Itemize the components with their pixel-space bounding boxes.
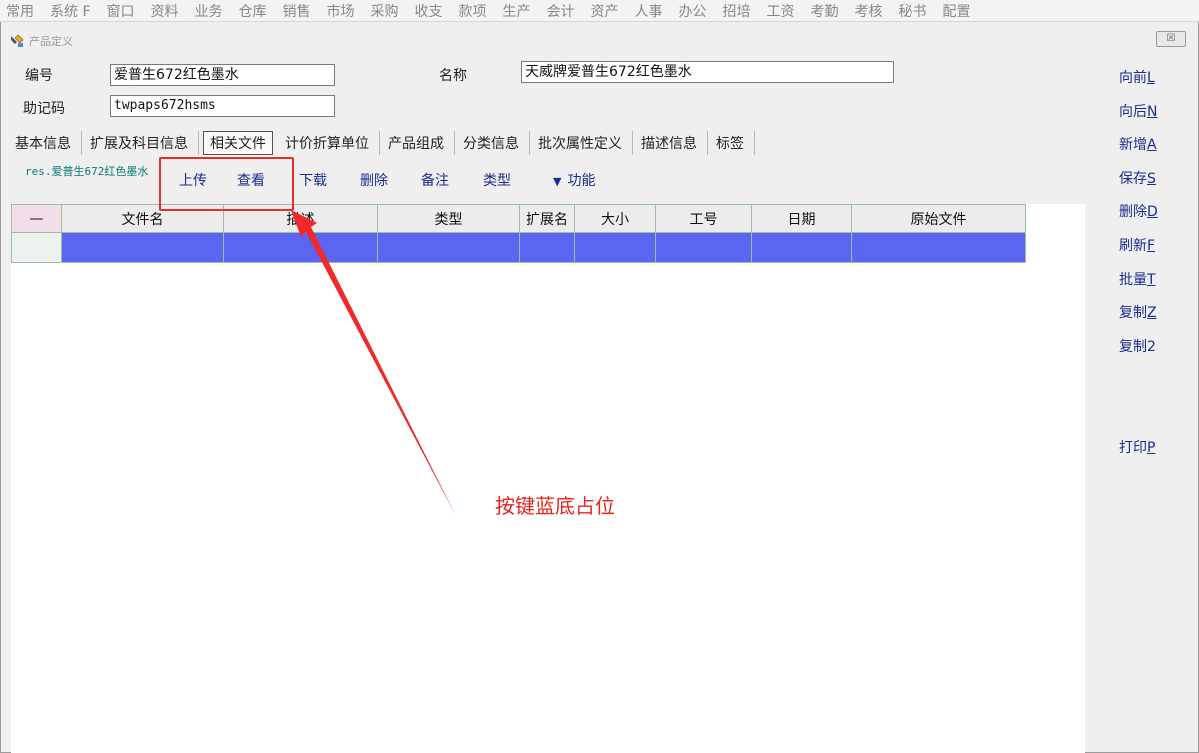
annotation-arrow xyxy=(291,210,456,516)
annotation-text: 按键蓝底占位 xyxy=(495,494,615,518)
annotation-arrow-shape xyxy=(291,210,456,516)
